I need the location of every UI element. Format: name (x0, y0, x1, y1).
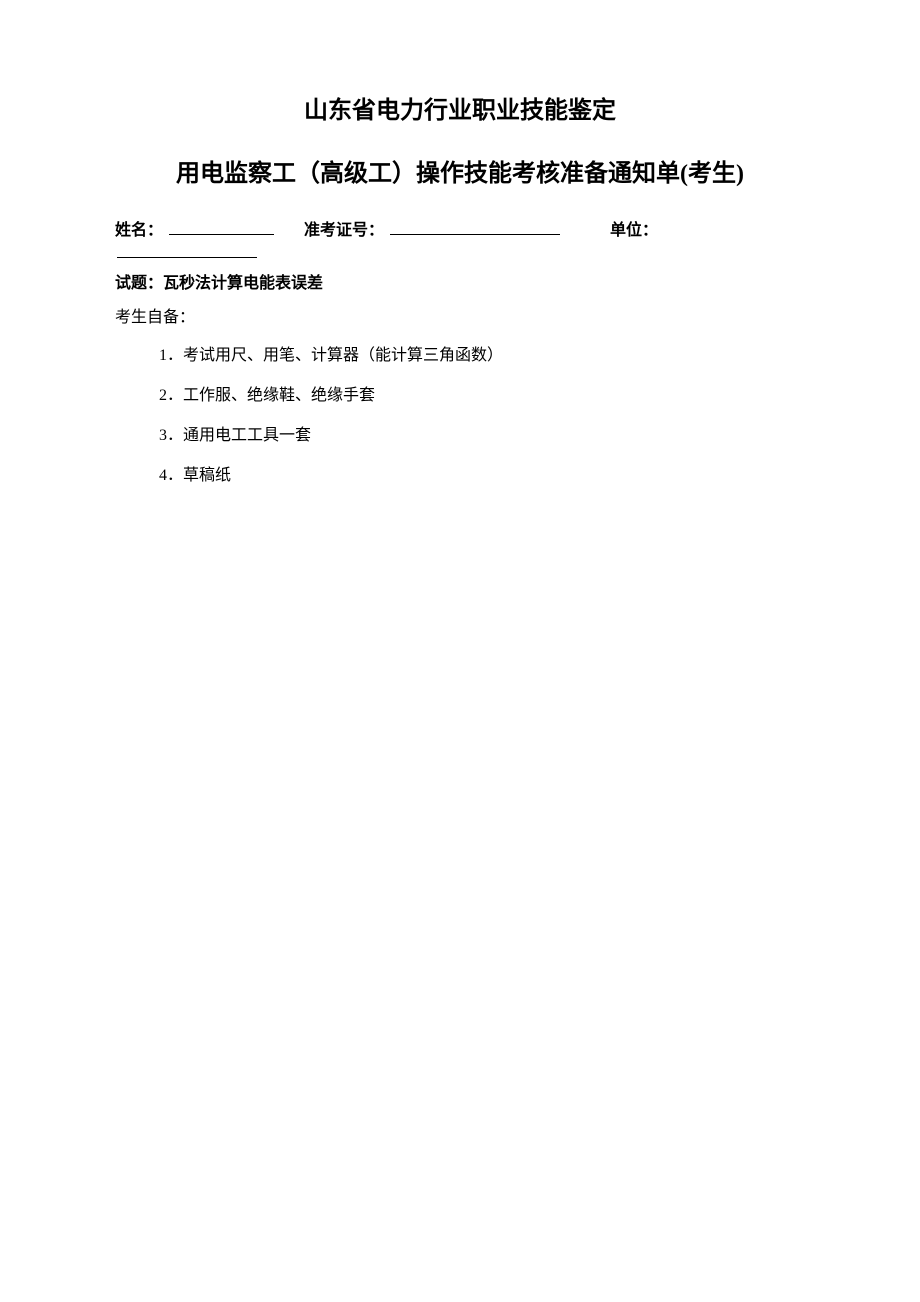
list-item: 3．通用电工工具一套 (159, 421, 805, 445)
name-blank (169, 217, 274, 235)
topic-row: 试题：瓦秒法计算电能表误差 (115, 269, 805, 293)
prep-list: 1．考试用尺、用笔、计算器（能计算三角函数） 2．工作服、绝缘鞋、绝缘手套 3．… (115, 341, 805, 485)
section-label: 考生自备： (115, 303, 805, 327)
topic-label: 试题： (115, 275, 163, 292)
id-label: 准考证号： (304, 222, 384, 239)
list-item: 1．考试用尺、用笔、计算器（能计算三角函数） (159, 341, 805, 365)
id-blank (390, 217, 560, 235)
info-row: 姓名： 准考证号： 单位： (115, 216, 805, 263)
name-label: 姓名： (115, 222, 163, 239)
page-title-2: 用电监察工（高级工）操作技能考核准备通知单(考生) (115, 153, 805, 188)
unit-blank (117, 240, 257, 258)
unit-label: 单位： (610, 222, 658, 239)
list-item: 4．草稿纸 (159, 461, 805, 485)
page-title-1: 山东省电力行业职业技能鉴定 (115, 90, 805, 125)
list-item: 2．工作服、绝缘鞋、绝缘手套 (159, 381, 805, 405)
topic-value: 瓦秒法计算电能表误差 (163, 275, 323, 292)
